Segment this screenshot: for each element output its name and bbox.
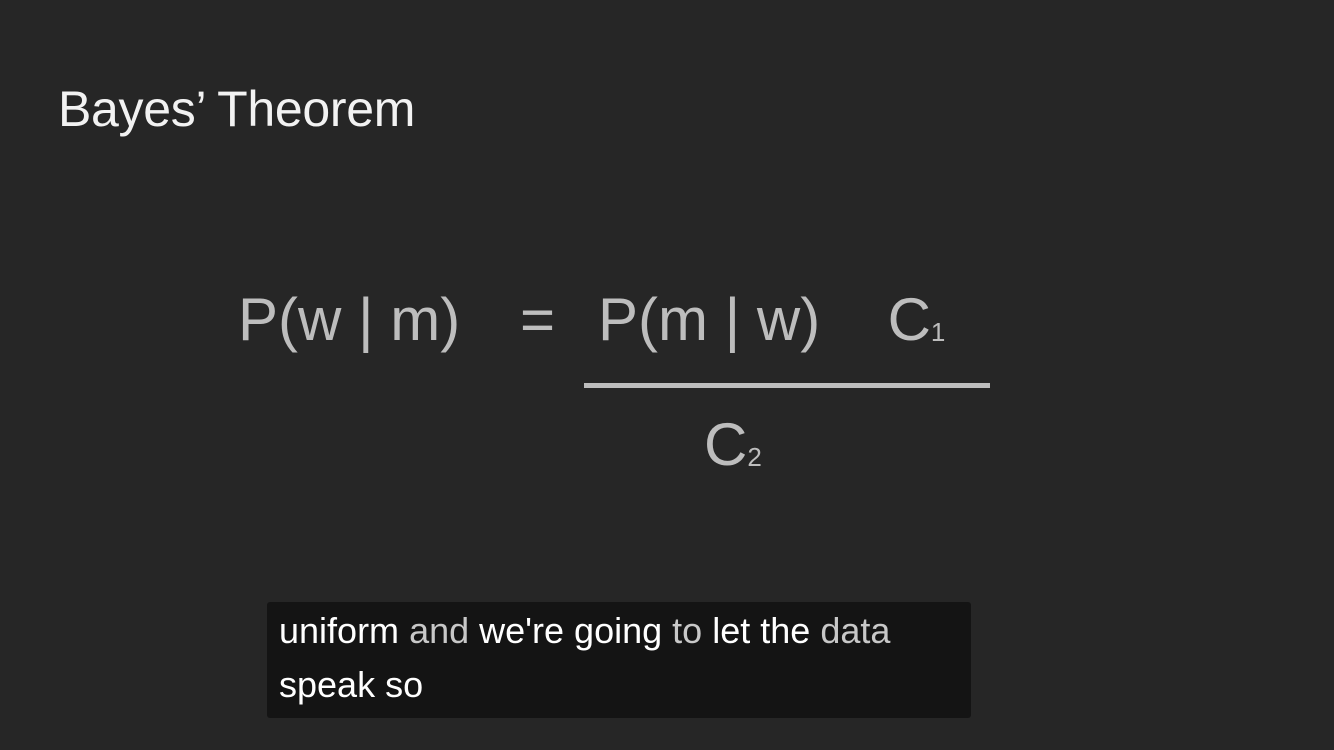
equation-denominator: C2	[704, 410, 762, 479]
caption-word: we're going	[479, 610, 663, 651]
caption-word: and	[409, 610, 470, 651]
subtitle-line-2: speak so	[279, 664, 424, 705]
caption-word: let the	[712, 610, 811, 651]
caption-word: uniform	[279, 610, 400, 651]
caption-word: data	[820, 610, 891, 651]
subtitle-box: uniform and we're going to let the data …	[267, 602, 971, 718]
video-frame: Bayes’ Theorem P(w | m) = P(m | w) C1 C2…	[0, 0, 1334, 750]
equation-equals-sign: =	[520, 286, 556, 353]
subtitle-line-1: uniform and we're going to let the data	[279, 610, 890, 652]
numerator-probability: P(m | w)	[598, 286, 821, 353]
caption-word: to	[672, 610, 703, 651]
numerator-constant: C	[887, 286, 931, 353]
slide-title: Bayes’ Theorem	[58, 81, 416, 137]
numerator-constant-subscript: 1	[930, 317, 946, 347]
equation-lhs: P(w | m)	[238, 286, 461, 353]
denominator-constant: C	[704, 411, 748, 478]
equation-numerator: P(m | w) C1	[598, 285, 945, 354]
denominator-constant-subscript: 2	[747, 442, 762, 472]
fraction-bar	[584, 383, 990, 388]
